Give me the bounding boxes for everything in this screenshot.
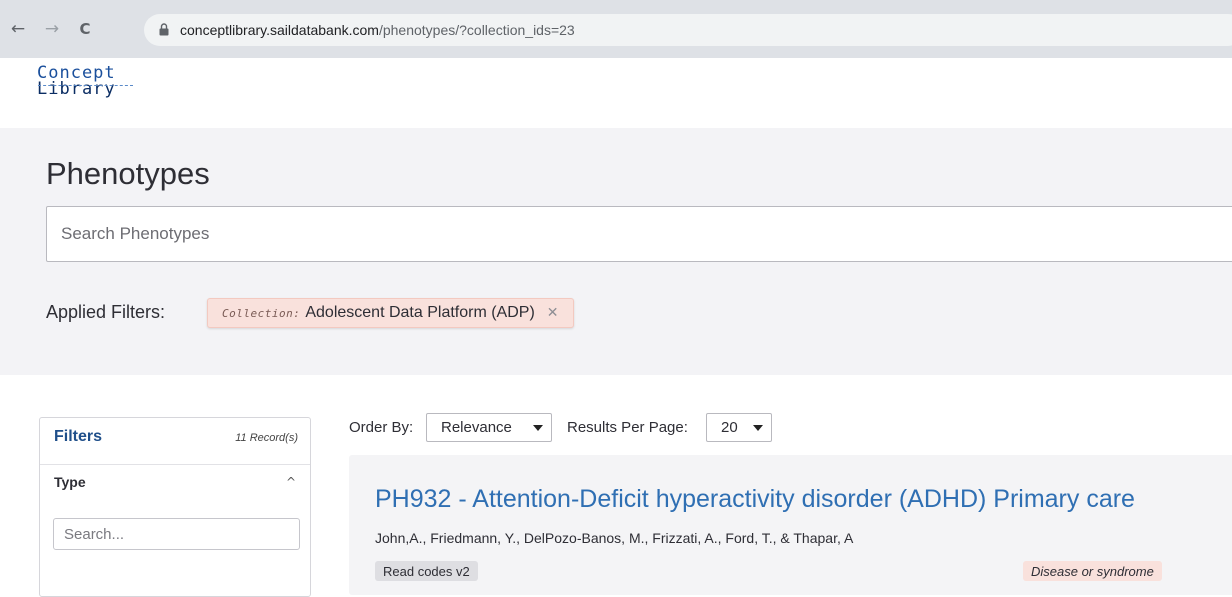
close-icon[interactable]: ✕ bbox=[547, 305, 559, 321]
forward-icon[interactable]: → bbox=[44, 19, 60, 39]
page-title: Phenotypes bbox=[46, 156, 210, 191]
chevron-up-icon[interactable]: ^ bbox=[286, 475, 296, 489]
filters-panel: Filters 11 Record(s) Type ^ bbox=[39, 417, 311, 597]
caret-down-icon bbox=[533, 425, 543, 431]
filter-search-box[interactable] bbox=[53, 518, 300, 550]
logo-divider bbox=[38, 85, 133, 86]
results-per-page-value: 20 bbox=[721, 419, 738, 436]
order-by-select[interactable]: Relevance bbox=[426, 413, 552, 442]
concept-library-logo[interactable]: Concept Library bbox=[37, 65, 116, 99]
type-label: Type bbox=[54, 474, 86, 490]
phenotype-search-input[interactable] bbox=[61, 224, 961, 244]
result-card: PH932 - Attention-Deficit hyperactivity … bbox=[349, 455, 1232, 595]
browser-toolbar: ← → C conceptlibrary.saildatabank.com/ph… bbox=[0, 0, 1232, 58]
applied-filters-label: Applied Filters: bbox=[46, 302, 166, 322]
caret-down-icon bbox=[753, 425, 763, 431]
search-hero: Phenotypes Applied Filters: Collection: … bbox=[0, 128, 1232, 375]
back-icon[interactable]: ← bbox=[10, 19, 26, 39]
result-authors: John,A., Friedmann, Y., DelPozo-Banos, M… bbox=[375, 530, 854, 546]
url-host: conceptlibrary.saildatabank.com bbox=[180, 22, 379, 38]
chip-key: Collection: bbox=[222, 306, 301, 320]
search-box[interactable] bbox=[46, 206, 1232, 262]
url-text: conceptlibrary.saildatabank.com/phenotyp… bbox=[180, 22, 575, 38]
lock-icon bbox=[159, 23, 169, 36]
logo-line-2: Library bbox=[37, 79, 116, 99]
filter-search-input[interactable] bbox=[64, 526, 284, 543]
coding-system-tag: Read codes v2 bbox=[375, 561, 478, 581]
collection-filter-chip[interactable]: Collection: Adolescent Data Platform (AD… bbox=[207, 298, 574, 328]
phenotype-type-tag: Disease or syndrome bbox=[1023, 561, 1162, 581]
results-per-page-label: Results Per Page: bbox=[567, 419, 688, 436]
chip-value: Adolescent Data Platform (ADP) bbox=[305, 304, 535, 321]
result-title-link[interactable]: PH932 - Attention-Deficit hyperactivity … bbox=[375, 485, 1135, 514]
filters-title: Filters bbox=[54, 428, 103, 445]
order-by-label: Order By: bbox=[349, 419, 414, 436]
site-header: Concept Library bbox=[0, 58, 1232, 128]
type-filter-header[interactable]: Type ^ bbox=[40, 464, 310, 498]
url-path: /phenotypes/?collection_ids=23 bbox=[378, 22, 575, 38]
address-bar[interactable]: conceptlibrary.saildatabank.com/phenotyp… bbox=[144, 14, 1232, 46]
results-per-page-select[interactable]: 20 bbox=[706, 413, 772, 442]
reload-icon[interactable]: C bbox=[77, 20, 93, 38]
order-by-value: Relevance bbox=[441, 419, 512, 436]
record-count: 11 Record(s) bbox=[235, 432, 298, 444]
